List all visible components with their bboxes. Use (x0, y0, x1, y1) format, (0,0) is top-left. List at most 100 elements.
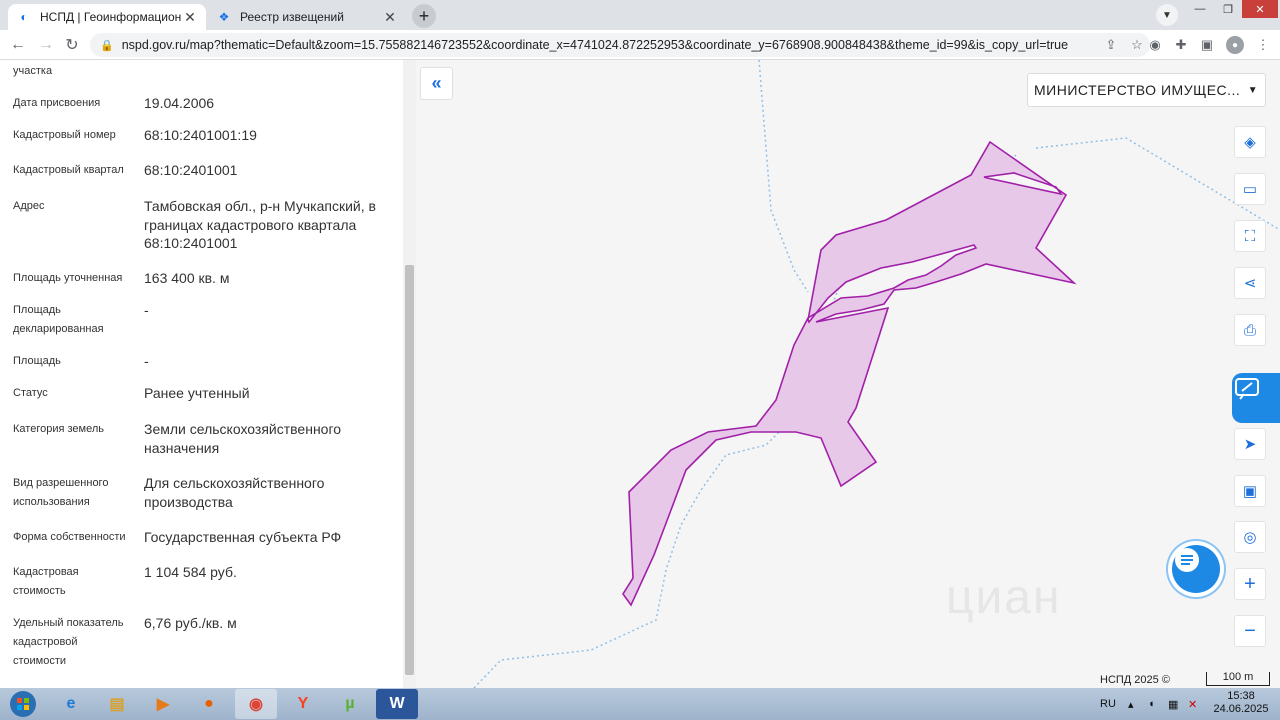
chat-icon (1175, 548, 1199, 572)
back-arrow-icon[interactable]: ← (8, 35, 28, 55)
map-view[interactable]: циан « МИНИСТЕРСТВО ИМУЩЕС... ▼ ◈ ▭ ⛶ ⋖ … (416, 60, 1280, 688)
close-tab-icon[interactable]: ✕ (382, 9, 398, 26)
windows-logo-icon (10, 691, 36, 717)
share-icon[interactable]: ⇪ (1098, 37, 1124, 53)
parcel-info-panel: участка Дата присвоения 19.04.2006 Кадас… (0, 60, 403, 688)
zoom-in-button[interactable]: + (1234, 568, 1266, 600)
file-explorer-icon[interactable]: ▤ (96, 689, 138, 719)
info-value: 1 104 584 руб. (144, 564, 237, 580)
clock-time: 15:38 (1227, 690, 1255, 702)
panel-scrollbar[interactable] (403, 60, 416, 688)
zoom-out-button[interactable]: − (1234, 615, 1266, 647)
print-icon[interactable]: ⎙ (1234, 314, 1266, 346)
scrollbar-thumb[interactable] (405, 265, 414, 675)
info-value: Земли сельскохозяйственного назначения (144, 421, 342, 456)
info-value: - (144, 302, 149, 318)
system-clock[interactable]: 15:38 24.06.2025 (1206, 690, 1276, 716)
layer-select-value: МИНИСТЕРСТВО ИМУЩЕС... (1034, 82, 1241, 98)
locate-icon[interactable]: ◎ (1234, 521, 1266, 553)
boundary-line (758, 60, 809, 293)
dropdown-arrow-icon: ▼ (1247, 84, 1259, 96)
language-indicator[interactable]: RU (1100, 688, 1116, 720)
close-window-icon[interactable]: ✕ (1242, 0, 1278, 18)
reload-icon[interactable]: ↻ (62, 35, 82, 55)
feedback-icon (1235, 378, 1259, 400)
browser-tab-bar: ◐ НСПД | Геоинформационный п ✕ ❖ Реестр … (0, 0, 1280, 30)
info-label: Кадастровая стоимость (13, 566, 79, 597)
cian-watermark: циан (946, 571, 1062, 624)
tray-expand-icon[interactable]: ▴ (1128, 688, 1134, 720)
internet-explorer-icon[interactable]: e (50, 689, 92, 719)
network-icon[interactable]: ▦ (1168, 688, 1178, 720)
chat-button[interactable] (1172, 545, 1220, 593)
utorrent-icon[interactable]: µ (329, 689, 371, 719)
forward-arrow-icon[interactable]: → (36, 35, 56, 55)
lock-icon[interactable]: 🔒 (100, 39, 114, 52)
start-button[interactable] (2, 689, 44, 719)
info-label: Площадь декларированная (13, 304, 104, 335)
info-value: 68:10:2401001 (144, 162, 238, 178)
layers-icon[interactable]: ◈ (1234, 126, 1266, 158)
new-tab-button[interactable]: + (412, 4, 436, 28)
word-icon[interactable]: W (376, 689, 418, 719)
tab-nspd[interactable]: ◐ НСПД | Геоинформационный п ✕ (8, 4, 206, 30)
info-label: Адрес (13, 200, 45, 212)
tab-registry[interactable]: ❖ Реестр извещений ✕ (208, 4, 406, 30)
scale-bar: 100 m (1206, 672, 1270, 686)
map-attribution[interactable]: НСПД 2025 © (1100, 674, 1170, 686)
url-text[interactable]: nspd.gov.ru/map?thematic=Default&zoom=15… (122, 38, 1098, 52)
close-tab-icon[interactable]: ✕ (182, 9, 198, 26)
info-value: 163 400 кв. м (144, 270, 230, 286)
puzzle-icon[interactable]: ✚ (1172, 36, 1190, 54)
minimap-icon[interactable]: ▣ (1234, 475, 1266, 507)
profile-avatar-icon[interactable]: ● (1226, 36, 1244, 54)
parcel-polygon (622, 140, 1077, 607)
tab-search-chevron-down-icon[interactable]: ▼ (1156, 4, 1178, 26)
more-menu-icon[interactable]: ⋮ (1254, 36, 1272, 54)
info-label: Кадастровый номер (13, 129, 116, 141)
address-bar[interactable]: 🔒 nspd.gov.ru/map?thematic=Default&zoom=… (90, 33, 1150, 57)
info-value: 68:10:2401001:19 (144, 127, 257, 143)
extension-icon[interactable]: ◉ (1146, 36, 1164, 54)
info-value: Тамбовская обл., р-н Мучкапский, в грани… (144, 198, 376, 251)
notification-icon[interactable]: ✕ (1188, 688, 1197, 720)
layer-select[interactable]: МИНИСТЕРСТВО ИМУЩЕС... ▼ (1027, 73, 1266, 107)
info-label: Дата присвоения (13, 97, 101, 109)
info-value: 6,76 руб./кв. м (144, 615, 237, 631)
restore-icon[interactable]: ❐ (1214, 0, 1242, 18)
ruler-icon[interactable]: ▭ (1234, 173, 1266, 205)
feedback-button[interactable] (1232, 373, 1280, 423)
collapse-panel-button[interactable]: « (420, 67, 453, 100)
volume-icon[interactable]: ◖ (1148, 688, 1155, 720)
minimize-icon[interactable]: — (1186, 0, 1214, 18)
nspd-favicon-icon: ◐ (20, 10, 28, 24)
select-area-icon[interactable]: ⛶ (1234, 220, 1266, 252)
info-value: Ранее учтенный (144, 385, 250, 401)
info-label: Форма собственности (13, 531, 126, 543)
tab-title: НСПД | Геоинформационный п (40, 10, 182, 24)
info-value: Государственная субъекта РФ (144, 529, 342, 545)
yandex-browser-icon[interactable]: Y (282, 689, 324, 719)
tab-title: Реестр извещений (240, 10, 344, 24)
chrome-icon[interactable]: ◉ (235, 689, 277, 719)
clock-date: 24.06.2025 (1213, 703, 1269, 715)
map-canvas[interactable] (416, 60, 1280, 688)
info-value: 19.04.2006 (144, 95, 215, 111)
share-icon[interactable]: ⋖ (1234, 267, 1266, 299)
firefox-icon[interactable]: ● (188, 689, 230, 719)
info-value: - (144, 353, 149, 369)
info-label: Статус (13, 387, 48, 399)
media-player-icon[interactable]: ▶ (142, 689, 184, 719)
navigate-arrow-icon[interactable]: ➤ (1234, 428, 1266, 460)
info-value: Для сельскохозяйственного производства (144, 475, 325, 510)
windows-taskbar: e ▤ ▶ ● ◉ Y µ W RU ▴ ◖ ▦ ✕ 15:38 24.06.2… (0, 688, 1280, 720)
row-label-fragment: участка (13, 65, 53, 77)
info-label: Удельный показатель кадастровой стоимост… (13, 617, 124, 667)
browser-toolbar: ← → ↻ 🔒 nspd.gov.ru/map?thematic=Default… (0, 30, 1280, 60)
info-label: Площадь (13, 355, 61, 367)
side-panel-icon[interactable]: ▣ (1198, 36, 1216, 54)
info-label: Кадастровый квартал (13, 164, 124, 176)
info-label: Вид разрешенного использования (13, 477, 109, 508)
info-label: Площадь уточненная (13, 272, 123, 284)
info-label: Категория земель (13, 423, 104, 435)
